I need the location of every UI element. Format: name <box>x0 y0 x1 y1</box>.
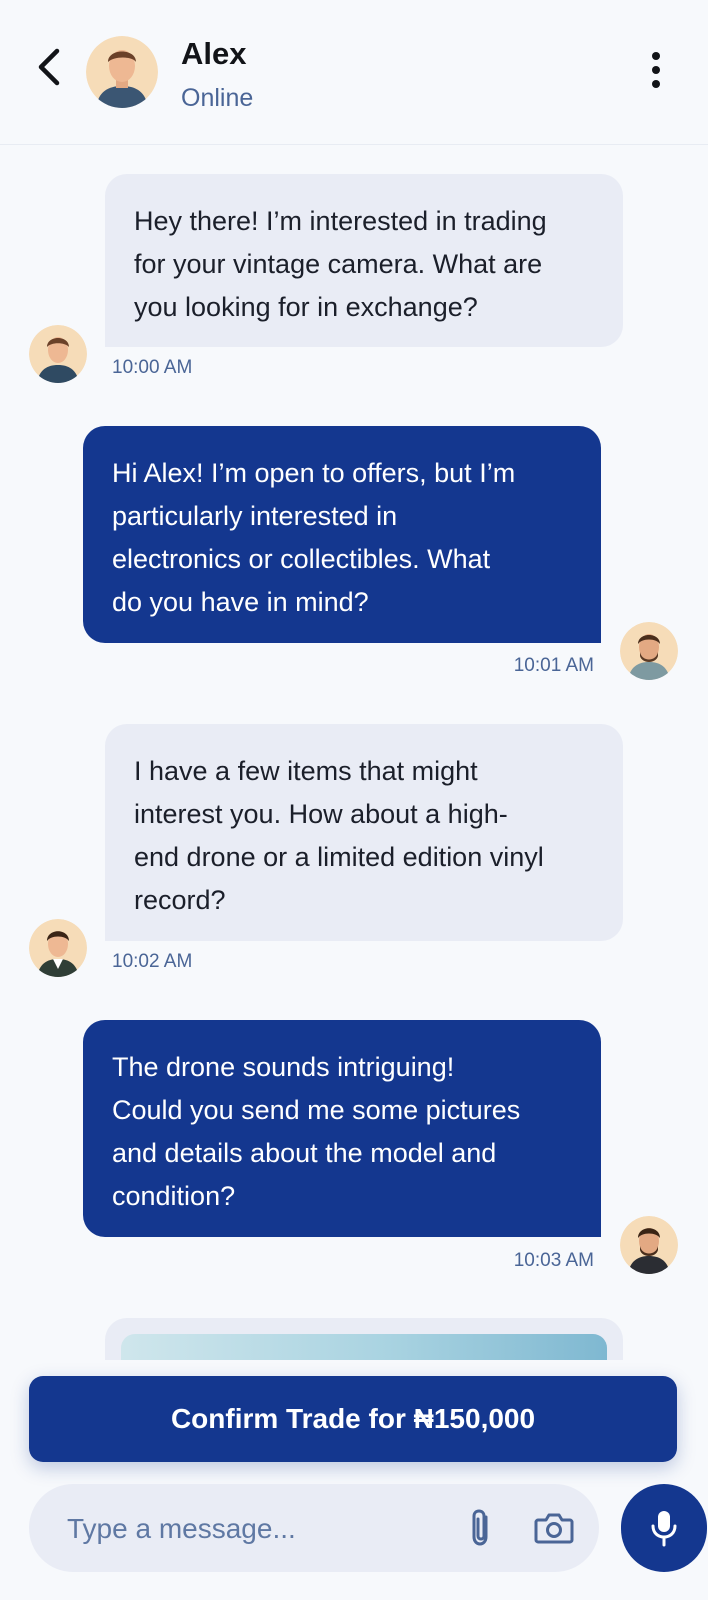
my-avatar <box>620 1216 678 1274</box>
chat-screen: Alex Online Hey there! I’m interested in… <box>0 0 708 1600</box>
message-composer <box>29 1484 599 1574</box>
paperclip-icon <box>472 1509 488 1546</box>
message-line: for your vintage camera. What are <box>134 249 543 279</box>
message-line: Could you send me some pictures <box>112 1095 521 1125</box>
message-bubble-incoming[interactable]: I have a few items that might interest y… <box>105 724 623 941</box>
message-line: end drone or a limited edition vinyl <box>134 842 544 872</box>
contact-status: Online <box>181 84 254 112</box>
microphone-icon <box>651 1511 677 1547</box>
more-options-button[interactable] <box>636 44 676 96</box>
message-line: particularly interested in <box>112 501 398 531</box>
message-bubble-incoming[interactable]: Hey there! I’m interested in trading for… <box>105 174 623 347</box>
message-line: Hi Alex! I’m open to offers, but I’m <box>112 458 516 488</box>
camera-button[interactable] <box>530 1506 578 1550</box>
voice-message-button[interactable] <box>621 1484 707 1572</box>
message-line: do you have in mind? <box>112 587 369 617</box>
message-timestamp: 10:00 AM <box>112 357 193 378</box>
more-vertical-icon <box>652 52 660 60</box>
camera-icon <box>534 1513 574 1544</box>
message-input[interactable] <box>65 1484 429 1574</box>
confirm-trade-button[interactable]: Confirm Trade for ₦150,000 <box>29 1376 677 1462</box>
message-line: electronics or collectibles. What <box>112 544 491 574</box>
chevron-left-icon <box>38 48 60 86</box>
message-line: condition? <box>112 1181 236 1211</box>
message-timestamp: 10:01 AM <box>513 655 594 676</box>
my-avatar <box>620 622 678 680</box>
message-line: The drone sounds intriguing! <box>112 1052 455 1082</box>
message-bubble-outgoing[interactable]: The drone sounds intriguing! Could you s… <box>83 1020 601 1237</box>
contact-name: Alex <box>181 36 247 71</box>
contact-avatar[interactable] <box>86 36 158 108</box>
message-timestamp: 10:03 AM <box>513 1250 594 1271</box>
back-button[interactable] <box>24 38 74 96</box>
attach-button[interactable] <box>459 1506 503 1550</box>
chat-header: Alex Online <box>0 0 708 145</box>
message-line: I have a few items that might <box>134 756 478 786</box>
message-line: you looking for in exchange? <box>134 292 478 322</box>
message-line: interest you. How about a high- <box>134 799 508 829</box>
message-timestamp: 10:02 AM <box>112 951 193 972</box>
message-bubble-outgoing[interactable]: Hi Alex! I’m open to offers, but I’m par… <box>83 426 601 643</box>
message-line: record? <box>134 885 226 915</box>
sender-avatar <box>29 919 87 977</box>
message-line: Hey there! I’m interested in trading <box>134 206 547 236</box>
message-line: and details about the model and <box>112 1138 497 1168</box>
sender-avatar <box>29 325 87 383</box>
